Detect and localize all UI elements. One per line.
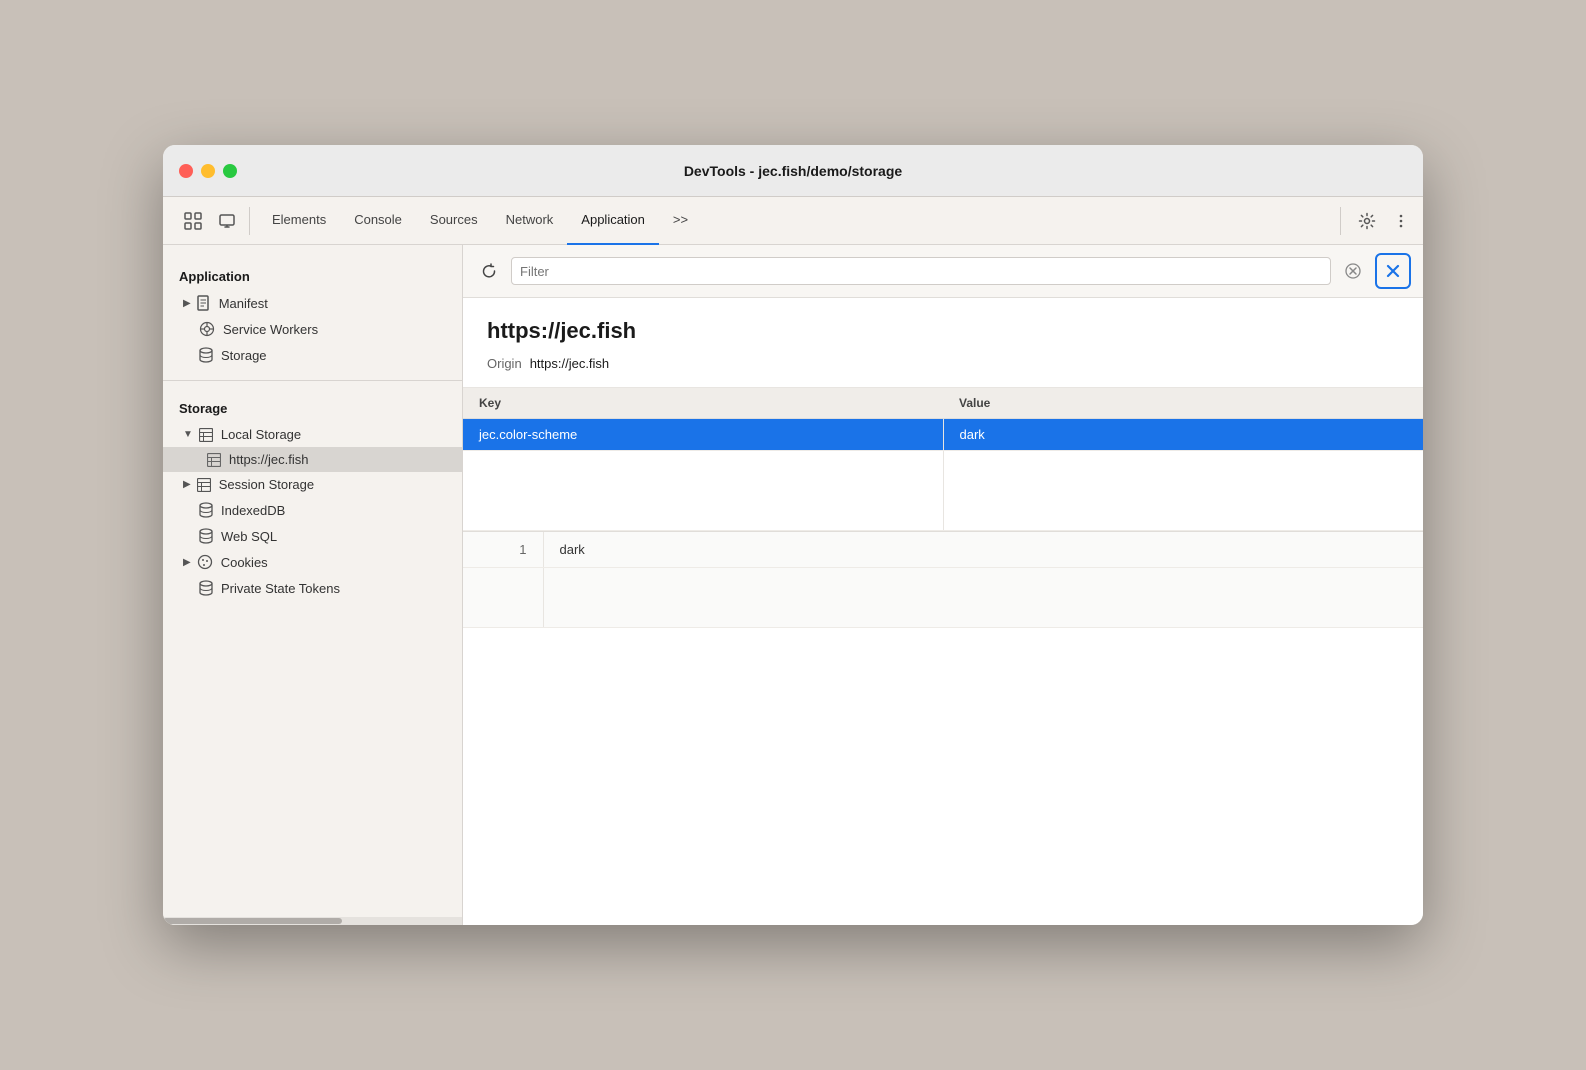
sidebar-scrollbar-thumb <box>163 918 342 924</box>
window-title: DevTools - jec.fish/demo/storage <box>684 163 902 179</box>
bottom-index: 1 <box>463 532 543 568</box>
sidebar-item-cookies[interactable]: ▶ Cookies <box>163 549 462 575</box>
manifest-arrow: ▶ <box>183 298 191 309</box>
session-storage-label: Session Storage <box>219 477 314 492</box>
tab-bar: Elements Console Sources Network Applica… <box>163 197 1423 245</box>
tab-bar-right <box>1340 207 1415 235</box>
panel-bottom: 1 dark <box>463 531 1423 628</box>
tab-sources[interactable]: Sources <box>416 197 492 245</box>
sidebar-item-service-workers[interactable]: Service Workers <box>163 316 462 342</box>
tab-application[interactable]: Application <box>567 197 659 245</box>
more-options-icon[interactable] <box>1387 207 1415 235</box>
bottom-row: 1 dark <box>463 532 1423 568</box>
session-storage-arrow: ▶ <box>183 479 191 490</box>
tab-network[interactable]: Network <box>492 197 568 245</box>
inspect-icon[interactable] <box>179 207 207 235</box>
tab-elements[interactable]: Elements <box>258 197 340 245</box>
sidebar-item-manifest[interactable]: ▶ Manifest <box>163 290 462 316</box>
bottom-value: dark <box>543 532 1423 568</box>
indexeddb-icon <box>199 502 213 518</box>
col-value: Value <box>943 388 1423 419</box>
maximize-button[interactable] <box>223 164 237 178</box>
cookies-icon <box>197 554 213 570</box>
web-sql-label: Web SQL <box>221 529 277 544</box>
device-toolbar-icon[interactable] <box>213 207 241 235</box>
session-storage-icon <box>197 478 211 492</box>
panel-content: https://jec.fish Origin https://jec.fish… <box>463 298 1423 925</box>
sidebar-item-local-storage-jec[interactable]: https://jec.fish <box>163 447 462 472</box>
service-workers-label: Service Workers <box>223 322 318 337</box>
sidebar-item-private-state-tokens[interactable]: Private State Tokens <box>163 575 462 601</box>
devtools-icons <box>171 207 250 235</box>
local-storage-jec-icon <box>207 453 221 467</box>
storage-icon <box>199 347 213 363</box>
devtools-window: DevTools - jec.fish/demo/storage <box>163 145 1423 925</box>
bottom-empty-value <box>543 568 1423 628</box>
local-storage-jec-label: https://jec.fish <box>229 452 308 467</box>
value-table: 1 dark <box>463 532 1423 628</box>
filter-input[interactable] <box>511 257 1331 285</box>
col-key: Key <box>463 388 943 419</box>
cookies-label: Cookies <box>221 555 268 570</box>
origin-value: https://jec.fish <box>530 356 609 371</box>
sidebar-item-session-storage[interactable]: ▶ Session Storage <box>163 472 462 497</box>
close-panel-button[interactable] <box>1375 253 1411 289</box>
sidebar-scrollbar[interactable] <box>163 917 462 925</box>
clear-filter-button[interactable] <box>1339 257 1367 285</box>
manifest-label: Manifest <box>219 296 268 311</box>
bottom-row-empty <box>463 568 1423 628</box>
minimize-button[interactable] <box>201 164 215 178</box>
origin-label: Origin <box>487 356 522 371</box>
sidebar-divider <box>163 380 462 381</box>
title-bar: DevTools - jec.fish/demo/storage <box>163 145 1423 197</box>
empty-key <box>463 451 943 531</box>
origin-row: Origin https://jec.fish <box>487 356 1399 371</box>
table-row-empty <box>463 451 1423 531</box>
manifest-icon <box>197 295 211 311</box>
sidebar-item-storage[interactable]: Storage <box>163 342 462 368</box>
private-state-tokens-label: Private State Tokens <box>221 581 340 596</box>
row-key[interactable]: jec.color-scheme <box>463 419 943 451</box>
sidebar-item-local-storage[interactable]: ▼ Local Storage <box>163 422 462 447</box>
panel-origin-section: https://jec.fish Origin https://jec.fish <box>463 298 1423 388</box>
sidebar-item-web-sql[interactable]: Web SQL <box>163 523 462 549</box>
panel: https://jec.fish Origin https://jec.fish… <box>463 245 1423 925</box>
indexeddb-label: IndexedDB <box>221 503 285 518</box>
storage-table: Key Value jec.color-scheme dark <box>463 388 1423 531</box>
service-workers-icon <box>199 321 215 337</box>
local-storage-arrow: ▼ <box>183 429 193 440</box>
private-state-tokens-icon <box>199 580 213 596</box>
cookies-arrow: ▶ <box>183 557 191 568</box>
traffic-lights <box>179 164 237 178</box>
refresh-button[interactable] <box>475 257 503 285</box>
empty-value <box>943 451 1423 531</box>
app-section-title: Application <box>163 261 462 290</box>
close-button[interactable] <box>179 164 193 178</box>
origin-url: https://jec.fish <box>487 318 1399 344</box>
sidebar-item-indexeddb[interactable]: IndexedDB <box>163 497 462 523</box>
row-value[interactable]: dark <box>943 419 1423 451</box>
local-storage-icon <box>199 428 213 442</box>
local-storage-label: Local Storage <box>221 427 301 442</box>
storage-label: Storage <box>221 348 267 363</box>
web-sql-icon <box>199 528 213 544</box>
settings-icon[interactable] <box>1353 207 1381 235</box>
tab-more[interactable]: >> <box>659 197 702 245</box>
table-row[interactable]: jec.color-scheme dark <box>463 419 1423 451</box>
storage-section-title: Storage <box>163 393 462 422</box>
tab-console[interactable]: Console <box>340 197 416 245</box>
sidebar: Application ▶ Manifest <box>163 245 463 925</box>
main-content: Application ▶ Manifest <box>163 245 1423 925</box>
panel-toolbar <box>463 245 1423 298</box>
bottom-empty-index <box>463 568 543 628</box>
